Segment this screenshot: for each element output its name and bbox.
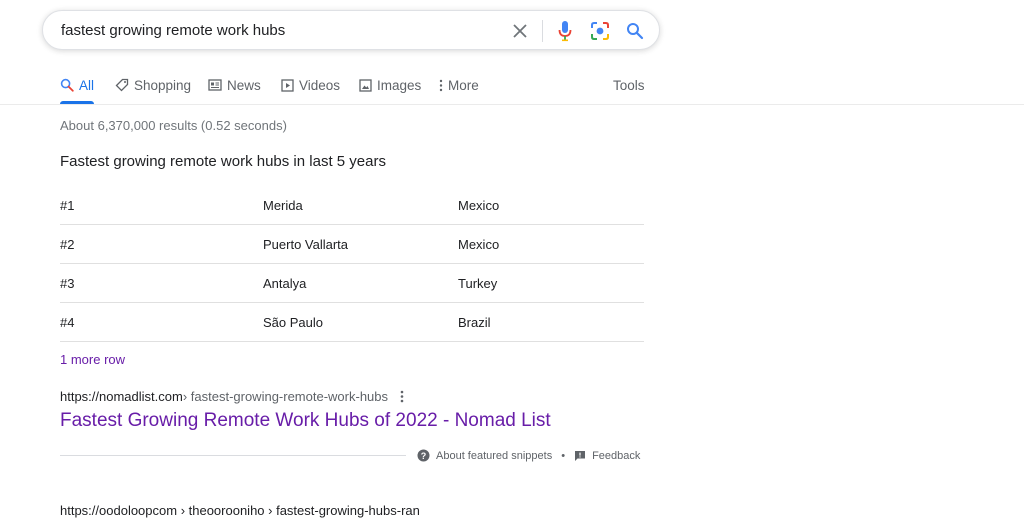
cite-domain: https://nomadlist.com [60, 389, 183, 404]
table-row: #1 Merida Mexico [60, 186, 644, 225]
result-title-link[interactable]: Fastest Growing Remote Work Hubs of 2022… [60, 410, 551, 432]
rank-cell: #2 [60, 237, 75, 252]
tab-news-label: News [227, 77, 261, 93]
feedback-icon [575, 450, 586, 461]
table-row: #4 São Paulo Brazil [60, 303, 644, 342]
search-tabs: All Shopping News Videos Images More Too… [60, 77, 660, 105]
tab-all[interactable]: All [60, 77, 94, 93]
search-icon[interactable] [624, 20, 646, 42]
camera-lens-icon[interactable] [589, 20, 611, 42]
city-cell: São Paulo [263, 315, 323, 330]
country-cell: Turkey [458, 276, 498, 291]
tab-all-label: All [79, 77, 95, 93]
snippet-footer: ? About featured snippets • Feedback [417, 449, 640, 462]
tab-more[interactable]: More [439, 77, 479, 93]
result-options-icon[interactable] [396, 388, 408, 404]
tab-news[interactable]: News [208, 77, 261, 93]
search-bar-divider [542, 20, 543, 42]
featured-snippet-title: Fastest growing remote work hubs in last… [60, 153, 386, 170]
search-input[interactable]: fastest growing remote work hubs [61, 22, 285, 39]
snippet-footer-divider [60, 455, 406, 456]
city-cell: Puerto Vallarta [263, 237, 349, 252]
tools-button[interactable]: Tools [613, 77, 645, 93]
result-stats: About 6,370,000 results (0.52 seconds) [60, 118, 287, 133]
city-cell: Antalya [263, 276, 307, 291]
country-cell: Mexico [458, 237, 500, 252]
tab-shopping-label: Shopping [134, 77, 192, 93]
tab-videos[interactable]: Videos [281, 77, 340, 93]
svg-text:?: ? [421, 451, 427, 461]
city-cell: Merida [263, 198, 303, 213]
featured-snippet-table: #1 Merida Mexico #2 Puerto Vallarta Mexi… [60, 186, 644, 342]
more-rows-link[interactable]: 1 more row [60, 352, 125, 367]
rank-cell: #1 [60, 198, 75, 213]
newspaper-icon [208, 79, 222, 91]
about-featured-snippets-link[interactable]: About featured snippets [436, 450, 552, 462]
tab-images[interactable]: Images [359, 77, 421, 93]
clear-icon[interactable] [509, 20, 531, 42]
tab-shopping[interactable]: Shopping [115, 77, 191, 93]
more-vert-icon [439, 79, 443, 91]
tag-icon [115, 78, 129, 92]
table-row: #2 Puerto Vallarta Mexico [60, 225, 644, 264]
footer-separator: • [561, 449, 566, 462]
cite-path: › fastest-growing-remote-work-hubs [182, 389, 389, 404]
country-cell: Mexico [458, 198, 500, 213]
tab-videos-label: Videos [299, 77, 341, 93]
rank-cell: #4 [60, 315, 75, 330]
image-icon [359, 78, 372, 92]
country-cell: Brazil [458, 315, 491, 330]
result-cite[interactable]: https://nomadlist.com › fastest-growing-… [60, 389, 388, 404]
play-icon [281, 78, 294, 92]
table-row: #3 Antalya Turkey [60, 264, 644, 303]
search-color-icon [60, 78, 74, 92]
rank-cell: #3 [60, 276, 75, 291]
microphone-icon[interactable] [554, 20, 576, 42]
tabs-divider [0, 104, 1024, 105]
tab-images-label: Images [377, 77, 422, 93]
tab-more-label: More [448, 77, 479, 93]
feedback-link[interactable]: Feedback [592, 450, 640, 462]
search-bar[interactable]: fastest growing remote work hubs [42, 10, 660, 50]
help-icon: ? [417, 449, 430, 462]
tools-label: Tools [613, 77, 645, 93]
